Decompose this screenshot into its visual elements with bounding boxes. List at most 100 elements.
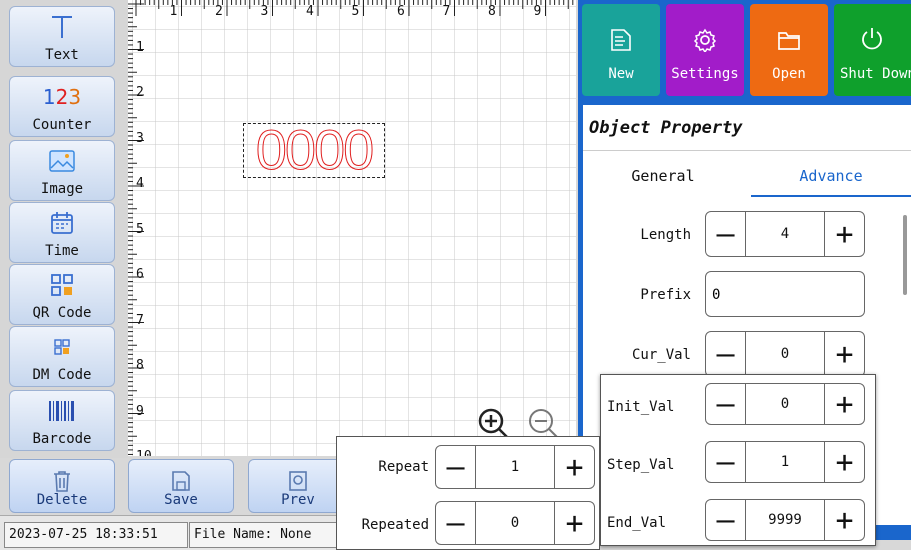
top-ruler-label: 7 <box>442 4 451 19</box>
delete-label: Delete <box>36 492 88 508</box>
delete-button[interactable]: Delete <box>9 459 115 513</box>
length-increment-button[interactable]: + <box>824 212 864 256</box>
dm-code-icon <box>54 327 70 367</box>
top-ruler-label: 4 <box>306 4 314 19</box>
image-tool-label: Image <box>40 181 84 197</box>
file-name-display: File Name: None <box>189 522 339 548</box>
repeated-value[interactable]: 0 <box>476 502 554 544</box>
repeat-popup: Repeat — 1 + Repeated — 0 + <box>336 436 600 550</box>
left-ruler-label: 10 <box>136 449 152 456</box>
save-label: Save <box>164 492 198 508</box>
left-ruler-label: 9 <box>136 403 144 419</box>
counter-tool-label: Counter <box>32 117 92 133</box>
save-icon <box>172 471 190 491</box>
step-val-value[interactable]: 1 <box>746 442 824 482</box>
left-ruler-label: 1 <box>136 39 144 55</box>
counter-object-text: 0000 <box>255 118 375 181</box>
image-tool-button[interactable]: Image <box>9 140 115 201</box>
cur-val-label: Cur_Val <box>631 347 691 363</box>
top-ruler-label: 2 <box>215 4 223 19</box>
top-ruler-label: 1 <box>169 4 178 19</box>
shut-down-label: Shut Down <box>840 66 911 82</box>
open-label: Open <box>772 66 806 82</box>
power-icon <box>862 28 882 50</box>
settings-button[interactable]: Settings <box>666 4 744 96</box>
new-file-icon <box>611 29 631 51</box>
prefix-input[interactable]: 0 <box>705 271 865 317</box>
repeated-increment-button[interactable]: + <box>554 502 594 544</box>
length-label: Length <box>640 227 691 243</box>
cur-val-value[interactable]: 0 <box>746 332 824 376</box>
object-toolbar: Text 123 Counter Image Time QR Code DM C… <box>0 0 128 458</box>
qr-code-icon <box>51 265 73 305</box>
length-value[interactable]: 4 <box>746 212 824 256</box>
counter-values-popup: Init_Val — 0 + Step_Val — 1 + End_Val — … <box>600 374 876 546</box>
open-button[interactable]: Open <box>750 4 828 96</box>
step-val-stepper: — 1 + <box>705 441 865 483</box>
init-val-value[interactable]: 0 <box>746 384 824 424</box>
length-decrement-button[interactable]: — <box>706 212 746 256</box>
left-ruler-label: 6 <box>136 267 144 282</box>
panel-scrollbar[interactable] <box>903 215 907 295</box>
end-val-value[interactable]: 9999 <box>746 500 824 540</box>
step-val-increment-button[interactable]: + <box>824 442 864 482</box>
counter-icon: 123 <box>42 85 82 109</box>
counter-object[interactable]: 0000 <box>243 118 385 181</box>
cur-val-increment-button[interactable]: + <box>824 332 864 376</box>
save-button[interactable]: Save <box>128 459 234 513</box>
preview-icon <box>289 471 307 491</box>
new-label: New <box>608 66 634 82</box>
repeat-decrement-button[interactable]: — <box>436 446 476 488</box>
tab-advance[interactable]: Advance <box>751 155 911 197</box>
status-bar: 2023-07-25 18:33:51 File Name: None <box>0 515 340 550</box>
repeated-stepper: — 0 + <box>435 501 595 545</box>
end-val-decrement-button[interactable]: — <box>706 500 746 540</box>
gear-icon <box>693 28 717 52</box>
tab-general[interactable]: General <box>583 155 743 197</box>
init-val-decrement-button[interactable]: — <box>706 384 746 424</box>
top-ruler-label: 3 <box>260 4 269 19</box>
top-ruler-label: 9 <box>533 4 542 19</box>
init-val-increment-button[interactable]: + <box>824 384 864 424</box>
time-tool-label: Time <box>45 243 79 259</box>
left-ruler-label: 8 <box>136 358 144 373</box>
repeat-value[interactable]: 1 <box>476 446 554 488</box>
top-ruler-label: 8 <box>488 4 496 19</box>
top-action-bar: New Settings Open Shut Down <box>578 0 911 100</box>
end-val-increment-button[interactable]: + <box>824 500 864 540</box>
cur-val-decrement-button[interactable]: — <box>706 332 746 376</box>
design-canvas[interactable]: 12345678910 12345678910 0000 <box>128 0 576 456</box>
init-val-label: Init_Val <box>607 399 675 415</box>
repeat-increment-button[interactable]: + <box>554 446 594 488</box>
length-stepper: — 4 + <box>705 211 865 257</box>
cur-val-stepper: — 0 + <box>705 331 865 377</box>
qr-code-tool-button[interactable]: QR Code <box>9 264 115 325</box>
trash-icon <box>54 471 70 492</box>
barcode-tool-button[interactable]: Barcode <box>9 390 115 451</box>
left-ruler-label: 4 <box>136 176 144 191</box>
repeated-label: Repeated <box>361 517 429 533</box>
dm-code-tool-button[interactable]: DM Code <box>9 326 115 387</box>
left-ruler-label: 5 <box>136 221 144 237</box>
text-tool-label: Text <box>45 47 79 63</box>
text-tool-button[interactable]: Text <box>9 6 115 67</box>
new-button[interactable]: New <box>582 4 660 96</box>
prefix-label: Prefix <box>640 287 691 303</box>
end-val-label: End_Val <box>607 515 667 531</box>
step-val-label: Step_Val <box>607 457 675 473</box>
barcode-icon <box>48 391 76 431</box>
repeated-decrement-button[interactable]: — <box>436 502 476 544</box>
barcode-tool-label: Barcode <box>32 431 92 447</box>
time-tool-button[interactable]: Time <box>9 202 115 263</box>
folder-icon <box>778 32 800 50</box>
left-ruler-label: 3 <box>136 130 144 146</box>
step-val-decrement-button[interactable]: — <box>706 442 746 482</box>
left-ruler-label: 7 <box>136 312 144 328</box>
panel-title: Object Property <box>583 105 911 151</box>
repeat-stepper: — 1 + <box>435 445 595 489</box>
qr-code-tool-label: QR Code <box>32 305 92 321</box>
shut-down-button[interactable]: Shut Down <box>834 4 911 96</box>
preview-button[interactable]: Prev <box>248 459 348 513</box>
counter-tool-button[interactable]: 123 Counter <box>9 76 115 137</box>
init-val-stepper: — 0 + <box>705 383 865 425</box>
